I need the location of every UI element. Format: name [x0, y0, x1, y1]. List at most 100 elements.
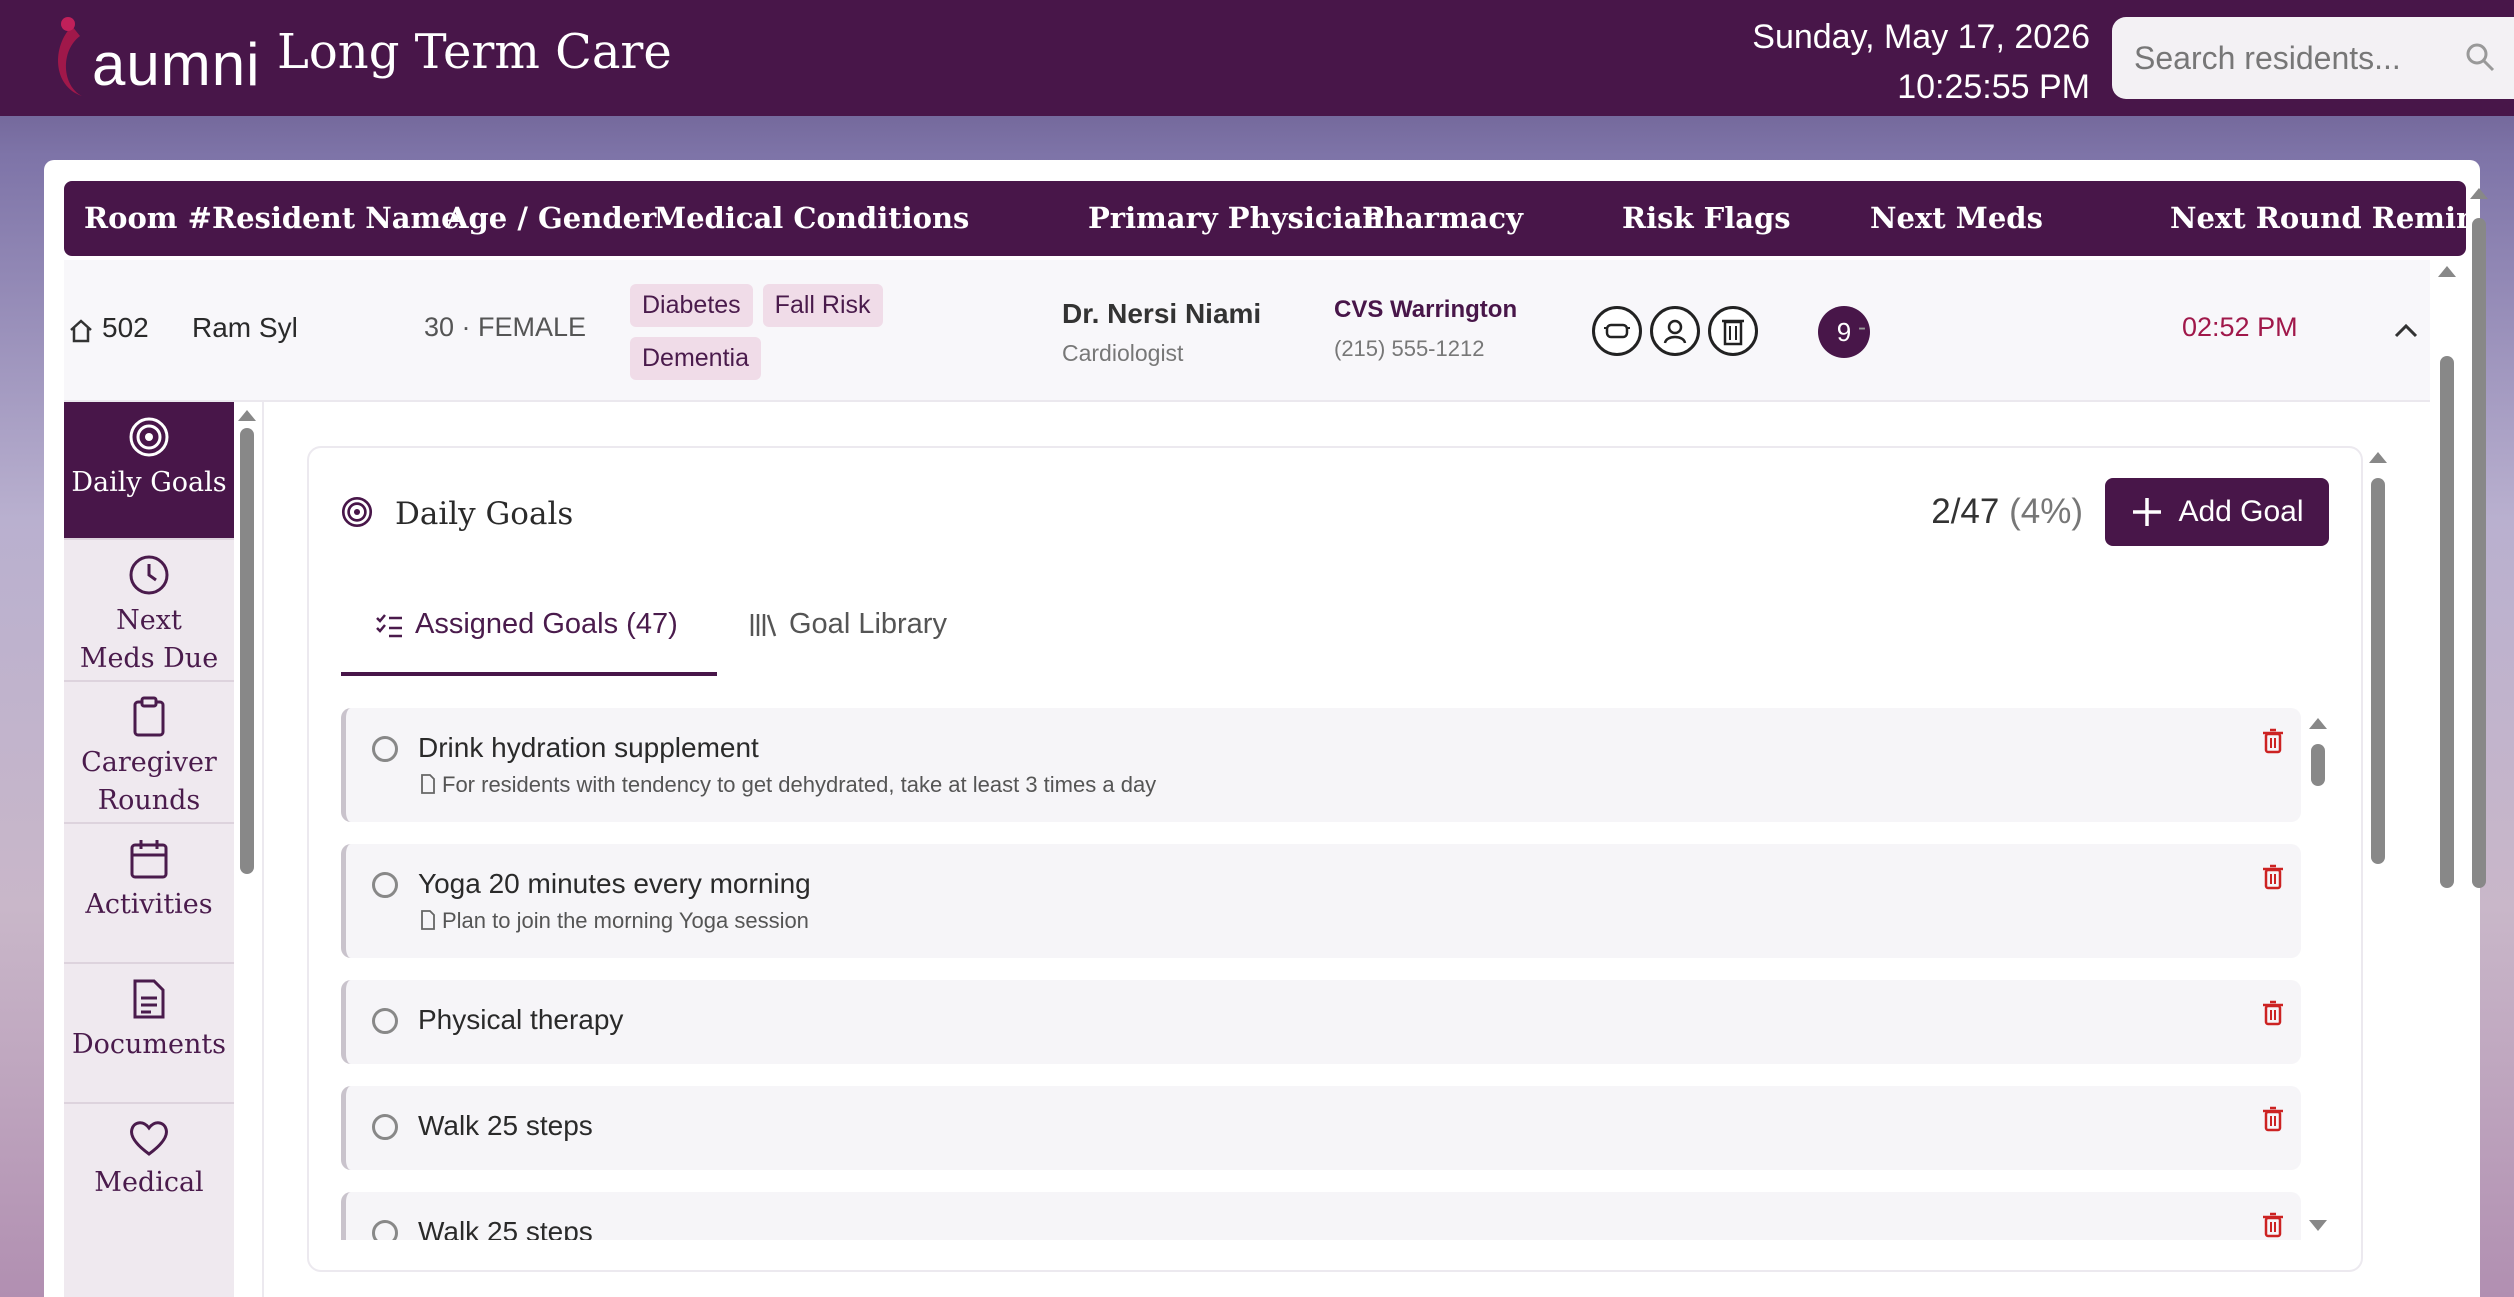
active-tab-indicator [341, 672, 717, 676]
goal-description: For residents with tendency to get dehyd… [442, 772, 1157, 797]
col-risk-flags[interactable]: Risk Flags [1622, 201, 1791, 235]
target-icon [129, 417, 169, 457]
home-icon [70, 319, 92, 343]
chevron-up-icon[interactable] [2392, 320, 2420, 340]
nav-label: Documents [71, 1029, 227, 1060]
calendar-icon [130, 840, 168, 879]
goals-scroll-down[interactable] [2309, 1220, 2327, 1231]
plus-icon [2133, 498, 2162, 526]
add-goal-label: Add Goal [2178, 495, 2304, 528]
nav-medical[interactable]: Medical [64, 1104, 234, 1297]
goal-item[interactable]: Physical therapy [341, 980, 2301, 1064]
search-input[interactable] [2132, 35, 2466, 81]
checklist-icon [376, 613, 402, 637]
goal-checkbox[interactable] [372, 872, 398, 898]
nav-label: Next Meds Due [79, 605, 219, 674]
tab-goal-library[interactable]: Goal Library [749, 608, 947, 641]
col-medical-conditions[interactable]: Medical Conditions [654, 201, 969, 235]
nav-documents[interactable]: Documents [64, 964, 234, 1104]
goal-title: Yoga 20 minutes every morning [418, 868, 811, 899]
col-pharmacy[interactable]: Pharmacy [1362, 201, 1523, 235]
goal-description: Plan to join the morning Yoga session [442, 908, 809, 933]
search-box [2112, 17, 2514, 99]
panel-title: Daily Goals [395, 496, 574, 532]
delete-icon[interactable] [2261, 864, 2285, 890]
goal-checkbox[interactable] [372, 736, 398, 762]
logo-text: aumni [92, 31, 261, 98]
pharmacy-phone: (215) 555-1212 [1334, 336, 1485, 361]
resident-name: Ram Syl [192, 312, 298, 343]
nav-caregiver-rounds[interactable]: Caregiver Rounds [64, 682, 234, 824]
nav-activities[interactable]: Activities [64, 824, 234, 964]
resident-row[interactable]: 502 Ram Syl 30 · FEMALE Diabetes Fall Ris… [64, 260, 2430, 402]
goals-progress: 2/47 (4%) [1931, 492, 2083, 532]
physician-specialty: Cardiologist [1062, 340, 1184, 366]
nav-scroll-up[interactable] [238, 410, 256, 421]
delete-icon[interactable] [2261, 1212, 2285, 1238]
nav-daily-goals[interactable]: Daily Goals [64, 402, 234, 540]
resident-side-nav: Daily Goals Next Meds Due Caregiver Roun… [64, 402, 234, 1297]
goals-scroll-up[interactable] [2309, 718, 2327, 729]
nav-next-meds-due[interactable]: Next Meds Due [64, 540, 234, 682]
panel-scroll-up[interactable] [2369, 452, 2387, 463]
residents-table-header: Room # Resident Name Age / Gender Medica… [64, 181, 2466, 256]
person-flag-icon[interactable] [1650, 306, 1700, 356]
clock-icon [129, 555, 169, 595]
target-icon [341, 496, 373, 528]
delete-icon[interactable] [2261, 1106, 2285, 1132]
panel-scrollbar[interactable] [2371, 478, 2385, 864]
tab-label: Goal Library [789, 608, 947, 640]
goal-checkbox[interactable] [372, 1008, 398, 1034]
col-room[interactable]: Room # [84, 201, 212, 235]
tab-label: Assigned Goals (47) [415, 608, 678, 640]
detail-scroll-up[interactable] [2438, 266, 2456, 277]
nav-label: Activities [85, 889, 213, 920]
goal-title: Physical therapy [418, 1004, 624, 1035]
goals-scrollbar[interactable] [2311, 744, 2325, 786]
detail-scrollbar[interactable] [2440, 356, 2454, 888]
col-next-meds[interactable]: Next Meds [1870, 201, 2043, 235]
page-scrollbar[interactable] [2472, 218, 2486, 888]
app-title: Long Term Care [277, 24, 672, 80]
goal-item[interactable]: Walk 25 steps [341, 1192, 2301, 1240]
goal-item[interactable]: Walk 25 steps [341, 1086, 2301, 1170]
add-goal-button[interactable]: Add Goal [2105, 478, 2329, 546]
goal-title: Walk 25 steps [418, 1110, 593, 1141]
goal-checkbox[interactable] [372, 1114, 398, 1140]
search-icon[interactable] [2464, 41, 2496, 73]
physician-name: Dr. Nersi Niami [1062, 298, 1262, 329]
tab-assigned-goals[interactable]: Assigned Goals (47) [375, 608, 678, 641]
page-scroll-up[interactable] [2470, 188, 2488, 199]
top-bar: aumni Long Term Care Sunday, May 17, 202… [0, 0, 2514, 116]
room-number: 502 [102, 312, 149, 343]
col-resident-name[interactable]: Resident Name [212, 201, 460, 235]
delete-icon[interactable] [2261, 1000, 2285, 1026]
nav-scrollbar[interactable] [240, 428, 254, 874]
clipboard-icon [133, 696, 165, 737]
next-round-time: 02:52 PM [2182, 312, 2298, 342]
goal-title: Walk 25 steps [418, 1216, 593, 1240]
condition-tag: Diabetes [630, 284, 753, 327]
current-time: 10:25:55 PM [1897, 68, 2090, 106]
document-icon [133, 979, 165, 1019]
goal-title: Drink hydration supplement [418, 732, 759, 763]
goal-checkbox[interactable] [372, 1220, 398, 1240]
mask-icon[interactable] [1592, 306, 1642, 356]
aumni-logo: aumni [42, 16, 259, 102]
trash-bin-flag-icon[interactable] [1708, 306, 1758, 356]
nav-divider [262, 402, 264, 1297]
note-icon [421, 910, 435, 930]
progress-count: 2/47 [1931, 492, 2000, 531]
col-next-round-reminder[interactable]: Next Round Reminder [2170, 201, 2466, 235]
library-icon [750, 613, 777, 636]
goals-list: Drink hydration supplement For residents… [309, 708, 2365, 1240]
heart-icon [130, 1121, 168, 1156]
next-meds: - [1858, 314, 1866, 341]
goal-item[interactable]: Drink hydration supplement For residents… [341, 708, 2301, 822]
goal-item[interactable]: Yoga 20 minutes every morning Plan to jo… [341, 844, 2301, 958]
progress-percent: (4%) [2009, 492, 2083, 531]
delete-icon[interactable] [2261, 728, 2285, 754]
col-primary-physician[interactable]: Primary Physician [1088, 201, 1383, 235]
daily-goals-panel: Daily Goals 2/47 (4%) Add Goal Assigned … [307, 446, 2363, 1272]
col-age-gender[interactable]: Age / Gender [446, 201, 656, 235]
